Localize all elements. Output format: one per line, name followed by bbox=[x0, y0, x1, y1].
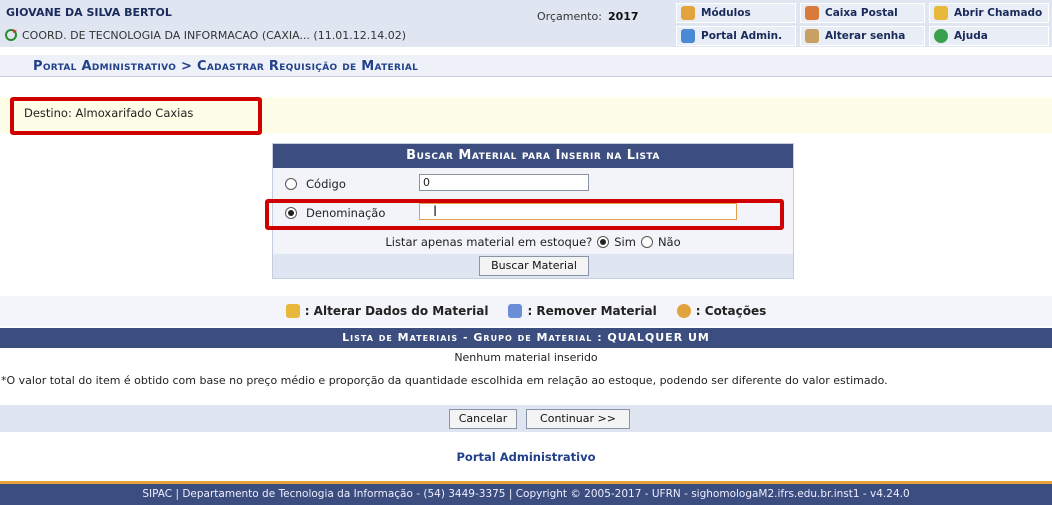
cancel-button[interactable]: Cancelar bbox=[449, 409, 517, 429]
menu-abrir-chamado-label: Abrir Chamado bbox=[954, 7, 1043, 19]
continue-button[interactable]: Continuar >> bbox=[526, 409, 630, 429]
legend-remover: : Remover Material bbox=[508, 304, 657, 318]
text-cursor-icon: I bbox=[433, 204, 438, 220]
menu-alterar-senha-label: Alterar senha bbox=[825, 30, 906, 42]
destino-text: Destino: Almoxarifado Caxias bbox=[24, 106, 194, 120]
page-title-bar: Portal Administrativo > Cadastrar Requis… bbox=[0, 55, 1052, 77]
legend-alterar: : Alterar Dados do Material bbox=[285, 304, 489, 318]
codigo-input[interactable]: 0 bbox=[419, 174, 589, 191]
legend-cotacoes-label: : Cotações bbox=[695, 304, 767, 318]
user-name: GIOVANE DA SILVA BERTOL bbox=[6, 6, 172, 19]
denominacao-input[interactable] bbox=[419, 203, 737, 220]
menu-caixa-postal[interactable]: Caixa Postal bbox=[800, 3, 925, 23]
refresh-icon[interactable] bbox=[4, 28, 18, 42]
list-empty-message: Nenhum material inserido bbox=[454, 351, 598, 364]
list-note: *O valor total do item é obtido com base… bbox=[1, 374, 888, 387]
estoque-row: Listar apenas material em estoque? Sim N… bbox=[273, 232, 793, 252]
estoque-question: Listar apenas material em estoque? bbox=[385, 235, 593, 249]
legend-cotacoes: : Cotações bbox=[676, 304, 767, 318]
orcamento: Orçamento: 2017 bbox=[537, 10, 639, 23]
coins-icon bbox=[676, 304, 691, 318]
help-icon bbox=[934, 29, 948, 43]
radio-estoque-nao[interactable] bbox=[640, 236, 653, 248]
footer: SIPAC | Departamento de Tecnologia da In… bbox=[0, 481, 1052, 505]
edit-icon bbox=[285, 304, 300, 318]
menu-ajuda-label: Ajuda bbox=[954, 30, 988, 42]
menu-alterar-senha[interactable]: Alterar senha bbox=[800, 26, 925, 46]
action-bar: Cancelar Continuar >> bbox=[0, 405, 1052, 432]
portal-administrativo-link[interactable]: Portal Administrativo bbox=[0, 450, 1052, 464]
list-heading: Lista de Materiais - Grupo de Material :… bbox=[0, 328, 1052, 348]
destino-bar: Destino: Almoxarifado Caxias bbox=[0, 97, 1052, 133]
orcamento-label: Orçamento: bbox=[537, 10, 602, 23]
search-form-heading: Buscar Material para Inserir na Lista bbox=[273, 144, 793, 168]
radio-estoque-sim[interactable] bbox=[597, 236, 610, 248]
trash-icon bbox=[508, 304, 523, 318]
buscar-material-button[interactable]: Buscar Material bbox=[479, 256, 589, 276]
top-info-bar: GIOVANE DA SILVA BERTOL COORD. DE TECNOL… bbox=[0, 0, 1052, 47]
menu-caixa-postal-label: Caixa Postal bbox=[825, 7, 898, 19]
search-form: Buscar Material para Inserir na Lista Có… bbox=[272, 143, 794, 279]
menu-abrir-chamado[interactable]: Abrir Chamado bbox=[929, 3, 1049, 23]
radio-denominacao[interactable] bbox=[285, 207, 297, 219]
legend-alterar-label: : Alterar Dados do Material bbox=[304, 304, 489, 318]
estoque-sim-label: Sim bbox=[614, 235, 636, 249]
codigo-label: Código bbox=[306, 177, 346, 191]
legend-bar: : Alterar Dados do Material : Remover Ma… bbox=[0, 296, 1052, 326]
user-key-icon bbox=[805, 29, 819, 43]
mailbox-icon bbox=[805, 6, 819, 20]
menu-modulos[interactable]: Módulos bbox=[676, 3, 796, 23]
radio-codigo[interactable] bbox=[285, 178, 297, 190]
menu-portal-admin-label: Portal Admin. bbox=[701, 30, 783, 42]
ticket-icon bbox=[934, 6, 948, 20]
menu-ajuda[interactable]: Ajuda bbox=[929, 26, 1049, 46]
legend-remover-label: : Remover Material bbox=[527, 304, 657, 318]
menu-modulos-label: Módulos bbox=[701, 7, 751, 19]
menu-portal-admin[interactable]: Portal Admin. bbox=[676, 26, 796, 46]
unit-line: COORD. DE TECNOLOGIA DA INFORMACAO (CAXI… bbox=[4, 28, 406, 42]
modules-icon bbox=[681, 6, 695, 20]
portal-admin-icon bbox=[681, 29, 695, 43]
denominacao-label: Denominação bbox=[306, 206, 386, 220]
unit-name: COORD. DE TECNOLOGIA DA INFORMACAO (CAXI… bbox=[22, 28, 406, 42]
page-title: Portal Administrativo > Cadastrar Requis… bbox=[33, 59, 419, 74]
orcamento-year: 2017 bbox=[607, 10, 639, 23]
estoque-nao-label: Não bbox=[657, 235, 681, 249]
